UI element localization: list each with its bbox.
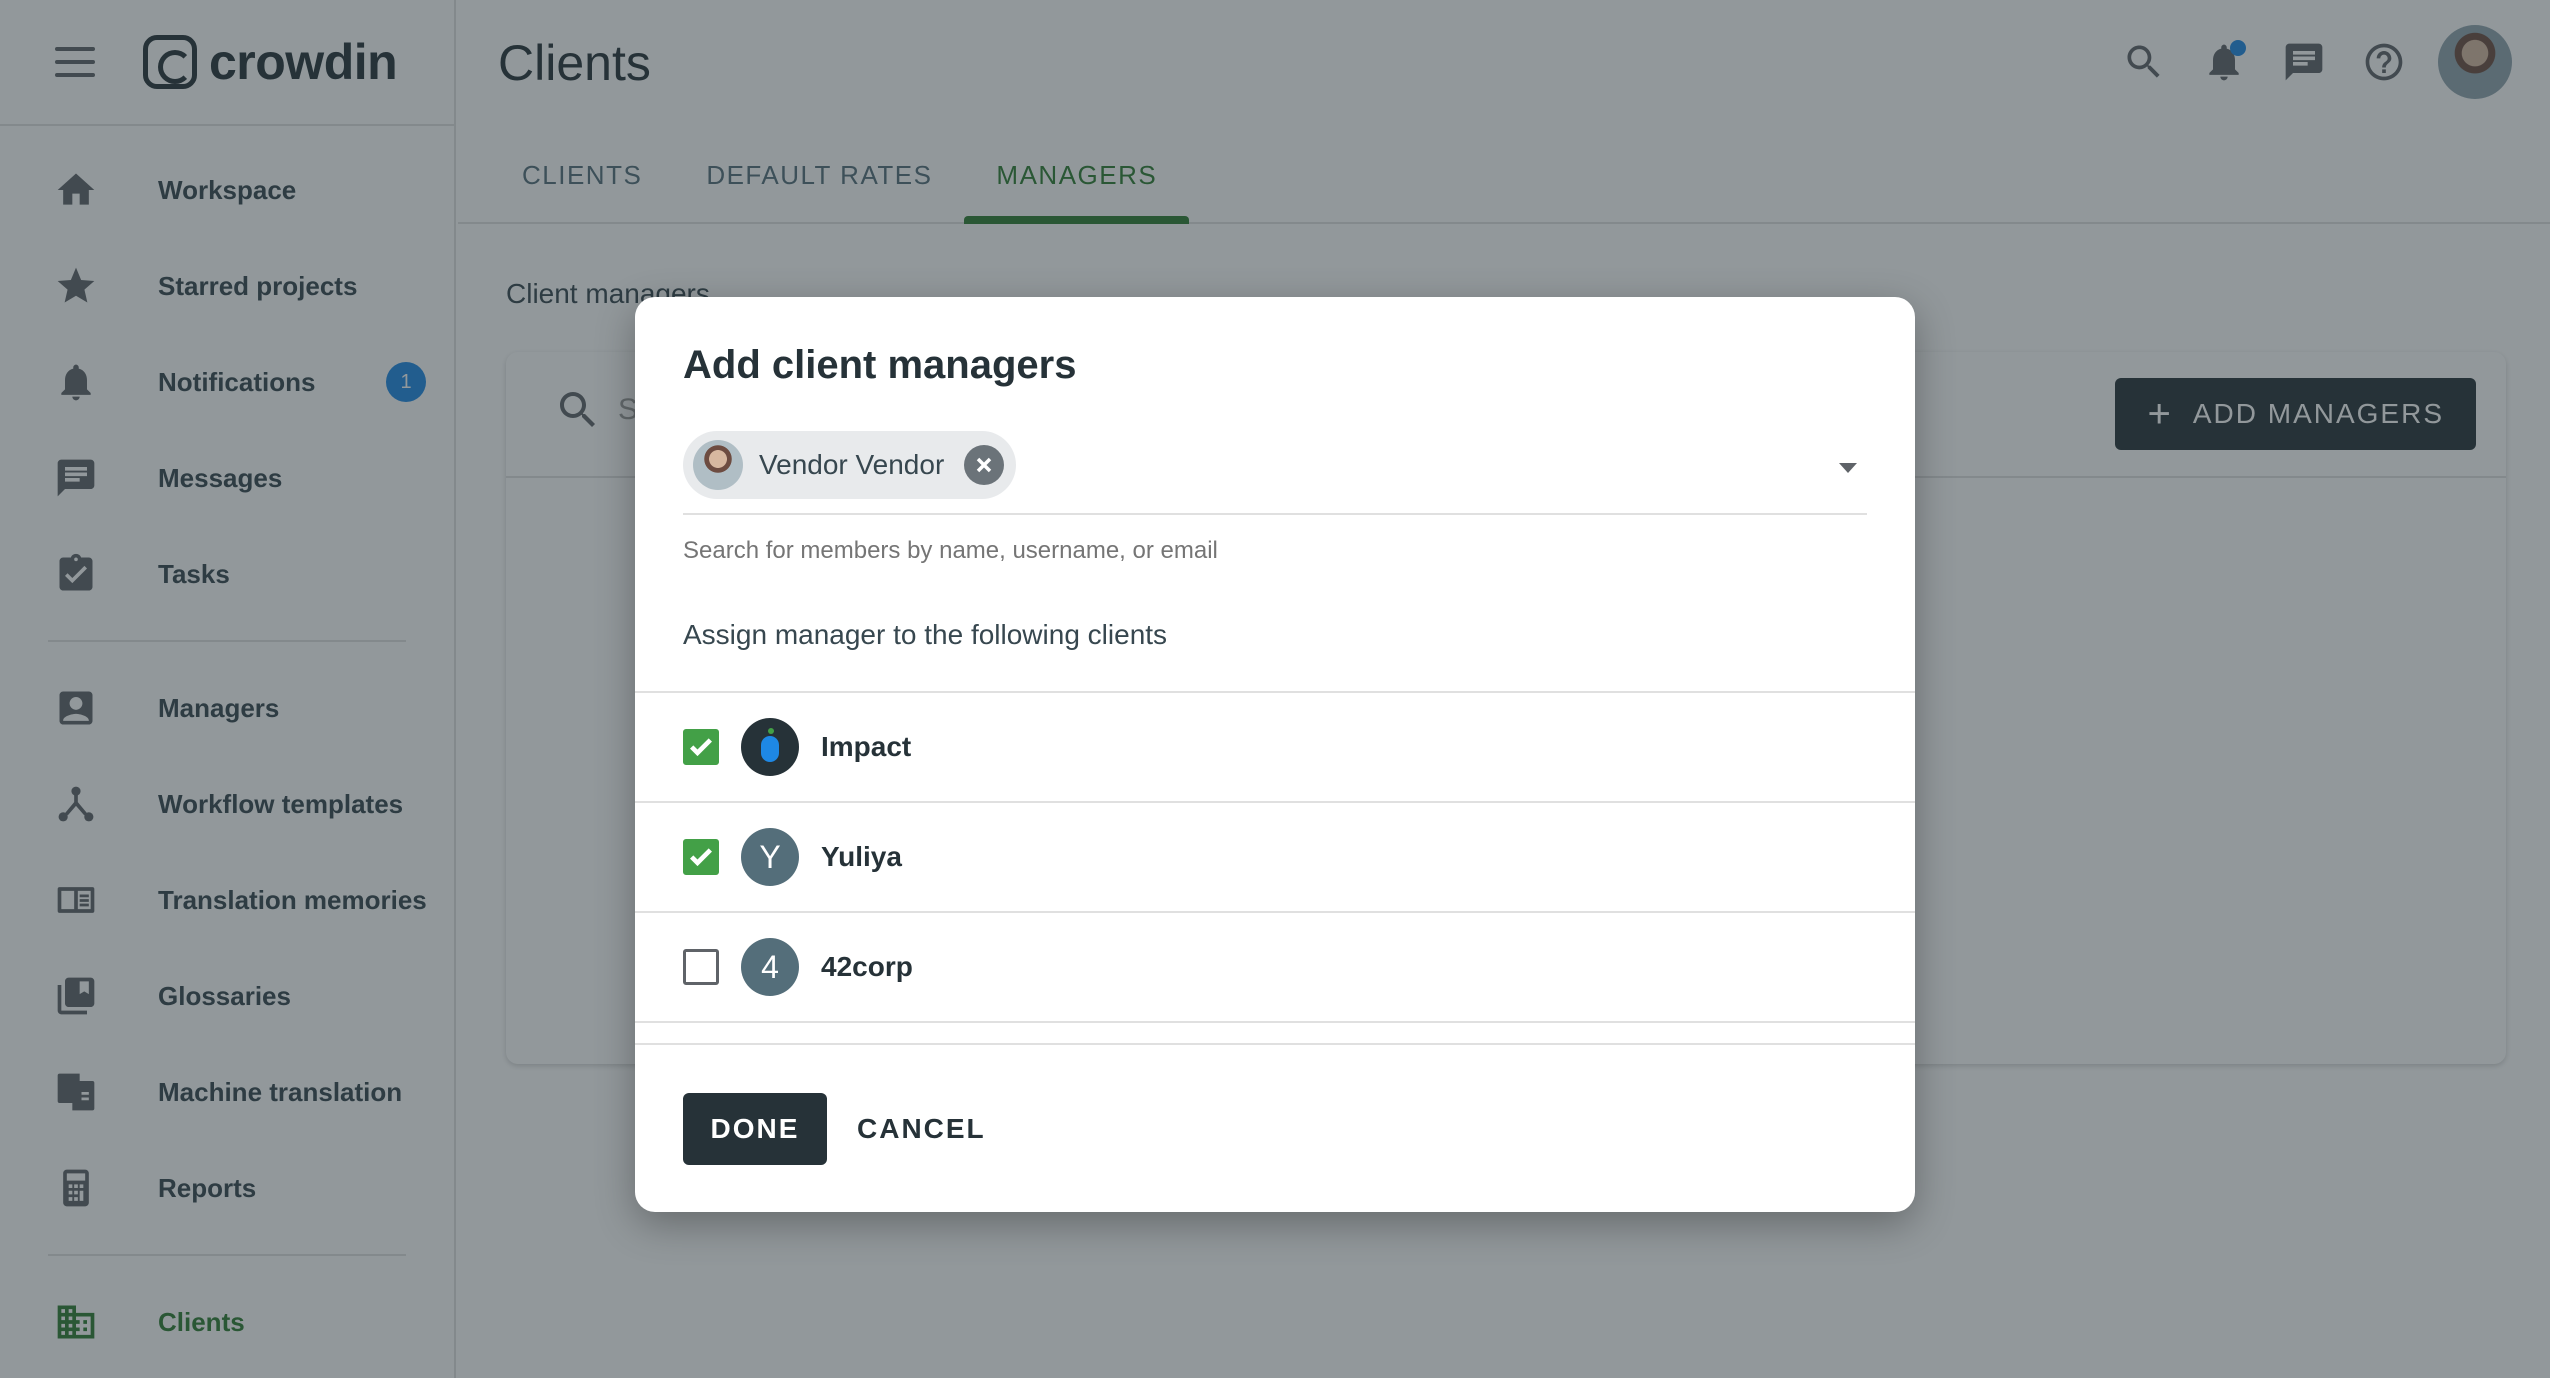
member-avatar (693, 440, 743, 490)
client-row-42corp[interactable]: 4 42corp (635, 913, 1915, 1023)
client-checkbox[interactable] (683, 949, 719, 985)
client-list: Impact Y Yuliya 4 42corp (635, 691, 1915, 1023)
done-button[interactable]: DONE (683, 1093, 827, 1165)
client-avatar (741, 718, 799, 776)
client-name: 42corp (821, 951, 913, 982)
footer-divider (635, 1043, 1915, 1045)
client-row-yuliya[interactable]: Y Yuliya (635, 803, 1915, 913)
client-row-impact[interactable]: Impact (635, 693, 1915, 803)
client-avatar: 4 (741, 938, 799, 996)
member-chip-label: Vendor Vendor (759, 449, 945, 480)
member-select-field[interactable]: Vendor Vendor (683, 431, 1867, 515)
add-client-managers-dialog: Add client managers Vendor Vendor Search… (635, 297, 1915, 1212)
dialog-title: Add client managers (683, 343, 1077, 387)
client-name: Yuliya (821, 841, 902, 872)
member-search-helper-text: Search for members by name, username, or… (683, 537, 1218, 564)
client-avatar: Y (741, 828, 799, 886)
remove-chip-icon[interactable] (964, 445, 1005, 485)
client-checkbox[interactable] (683, 729, 719, 765)
assign-clients-label: Assign manager to the following clients (683, 619, 1168, 650)
dropdown-arrow-icon[interactable] (1839, 463, 1857, 473)
selected-member-chip: Vendor Vendor (683, 431, 1017, 499)
cancel-button[interactable]: CANCEL (857, 1093, 986, 1165)
client-name: Impact (821, 731, 912, 762)
client-checkbox[interactable] (683, 839, 719, 875)
